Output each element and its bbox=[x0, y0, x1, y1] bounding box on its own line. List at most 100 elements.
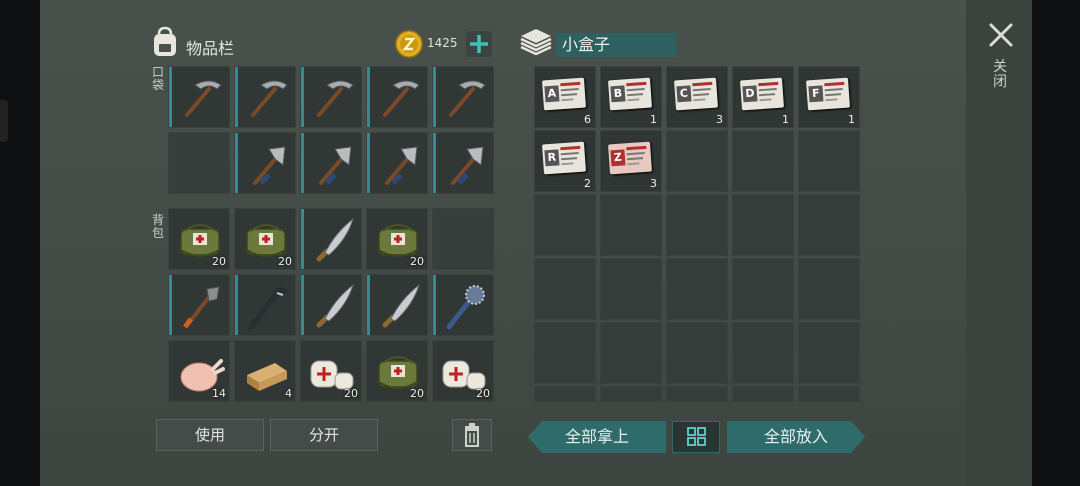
split-button[interactable]: 分开 bbox=[270, 419, 378, 451]
backpack-slot[interactable] bbox=[432, 208, 494, 270]
backpack-slot[interactable] bbox=[300, 274, 362, 336]
grid-icon bbox=[687, 427, 706, 446]
backpack-slot[interactable] bbox=[432, 274, 494, 336]
pickaxe-icon bbox=[383, 80, 420, 117]
machete-icon bbox=[316, 217, 354, 262]
item-count: 4 bbox=[285, 387, 292, 400]
machete-icon bbox=[316, 283, 354, 328]
durability-bar bbox=[367, 133, 370, 193]
backpack-slot[interactable]: 4 bbox=[234, 340, 296, 402]
container-slot[interactable] bbox=[600, 258, 662, 320]
container-slot[interactable] bbox=[666, 386, 728, 402]
close-button[interactable] bbox=[988, 22, 1014, 48]
durability-bar bbox=[301, 275, 304, 335]
container-slot[interactable] bbox=[534, 194, 596, 256]
item-count: 1 bbox=[782, 113, 789, 126]
pocket-slot[interactable] bbox=[300, 132, 362, 194]
spiked-club-icon bbox=[446, 285, 485, 330]
container-slot[interactable] bbox=[798, 386, 860, 402]
durability-bar bbox=[235, 67, 238, 127]
pocket-slot[interactable] bbox=[366, 66, 428, 128]
backpack-slot[interactable]: 20 bbox=[168, 208, 230, 270]
army-keycard-icon: C bbox=[674, 77, 718, 111]
container-slot[interactable] bbox=[666, 130, 728, 192]
pickaxe-icon bbox=[449, 80, 486, 117]
use-button[interactable]: 使用 bbox=[156, 419, 264, 451]
crowbar-icon bbox=[248, 286, 288, 330]
army-keycard-icon: B bbox=[608, 77, 652, 111]
army-keycard-icon: R bbox=[542, 141, 586, 175]
container-slot[interactable] bbox=[798, 194, 860, 256]
container-slot[interactable] bbox=[534, 386, 596, 402]
item-count: 2 bbox=[584, 177, 591, 190]
container-slot[interactable] bbox=[798, 258, 860, 320]
pickaxe-icon bbox=[251, 80, 288, 117]
durability-bar bbox=[169, 275, 172, 335]
keycard-letter: D bbox=[742, 85, 758, 103]
durability-bar bbox=[433, 133, 436, 193]
backpack-slot[interactable] bbox=[366, 274, 428, 336]
durability-bar bbox=[169, 67, 172, 127]
container-slot[interactable] bbox=[798, 322, 860, 384]
backpack-slot[interactable] bbox=[168, 274, 230, 336]
keycard-letter: F bbox=[808, 85, 824, 103]
pocket-slot[interactable] bbox=[432, 132, 494, 194]
pocket-slot[interactable] bbox=[300, 66, 362, 128]
sort-button[interactable] bbox=[672, 421, 720, 453]
container-slot[interactable]: Z3 bbox=[600, 130, 662, 192]
container-slot[interactable]: F1 bbox=[798, 66, 860, 128]
close-label: 关闭 bbox=[993, 59, 1007, 90]
container-slot[interactable] bbox=[534, 258, 596, 320]
discard-button[interactable] bbox=[452, 419, 492, 451]
item-count: 1 bbox=[848, 113, 855, 126]
pocket-slot[interactable] bbox=[366, 132, 428, 194]
container-slot[interactable] bbox=[534, 322, 596, 384]
pocket-slot[interactable] bbox=[168, 132, 230, 194]
durability-bar bbox=[367, 275, 370, 335]
item-count: 3 bbox=[650, 177, 657, 190]
backpack-label: 背包 bbox=[151, 213, 164, 240]
backpack-slot[interactable]: 14 bbox=[168, 340, 230, 402]
container-slot[interactable]: R2 bbox=[534, 130, 596, 192]
container-slot[interactable] bbox=[732, 258, 794, 320]
pocket-slot[interactable] bbox=[432, 66, 494, 128]
durability-bar bbox=[301, 133, 304, 193]
pickaxe-icon bbox=[185, 80, 222, 117]
backpack-icon bbox=[154, 26, 176, 56]
container-slot[interactable] bbox=[600, 322, 662, 384]
take-all-button[interactable]: 全部拿上 bbox=[528, 421, 666, 453]
container-slot[interactable]: D1 bbox=[732, 66, 794, 128]
container-slot[interactable]: A6 bbox=[534, 66, 596, 128]
backpack-slot[interactable]: 20 bbox=[432, 340, 494, 402]
container-slot[interactable] bbox=[666, 194, 728, 256]
item-count: 20 bbox=[344, 387, 358, 400]
add-coins-button[interactable] bbox=[466, 31, 492, 57]
backpack-slot[interactable] bbox=[300, 208, 362, 270]
pocket-slot[interactable] bbox=[234, 132, 296, 194]
backpack-slot[interactable]: 20 bbox=[366, 340, 428, 402]
backpack-slot[interactable]: 20 bbox=[366, 208, 428, 270]
container-slot[interactable]: C3 bbox=[666, 66, 728, 128]
container-slot[interactable] bbox=[732, 322, 794, 384]
backpack-slot[interactable]: 20 bbox=[300, 340, 362, 402]
durability-bar bbox=[367, 67, 370, 127]
item-count: 20 bbox=[410, 255, 424, 268]
pocket-slot[interactable] bbox=[234, 66, 296, 128]
container-slot[interactable] bbox=[798, 130, 860, 192]
container-slot[interactable] bbox=[600, 194, 662, 256]
container-slot[interactable] bbox=[600, 386, 662, 402]
backpack-slot[interactable]: 20 bbox=[234, 208, 296, 270]
pocket-slot[interactable] bbox=[168, 66, 230, 128]
container-slot[interactable]: B1 bbox=[600, 66, 662, 128]
backpack-slot[interactable] bbox=[234, 274, 296, 336]
put-all-button[interactable]: 全部放入 bbox=[727, 421, 865, 453]
container-slot[interactable] bbox=[666, 322, 728, 384]
right-bezel bbox=[1032, 0, 1080, 486]
item-count: 3 bbox=[716, 113, 723, 126]
container-slot[interactable] bbox=[732, 194, 794, 256]
container-slot[interactable] bbox=[666, 258, 728, 320]
container-slot[interactable] bbox=[732, 386, 794, 402]
army-keycard-icon: A bbox=[542, 77, 586, 111]
item-count: 14 bbox=[212, 387, 226, 400]
container-slot[interactable] bbox=[732, 130, 794, 192]
